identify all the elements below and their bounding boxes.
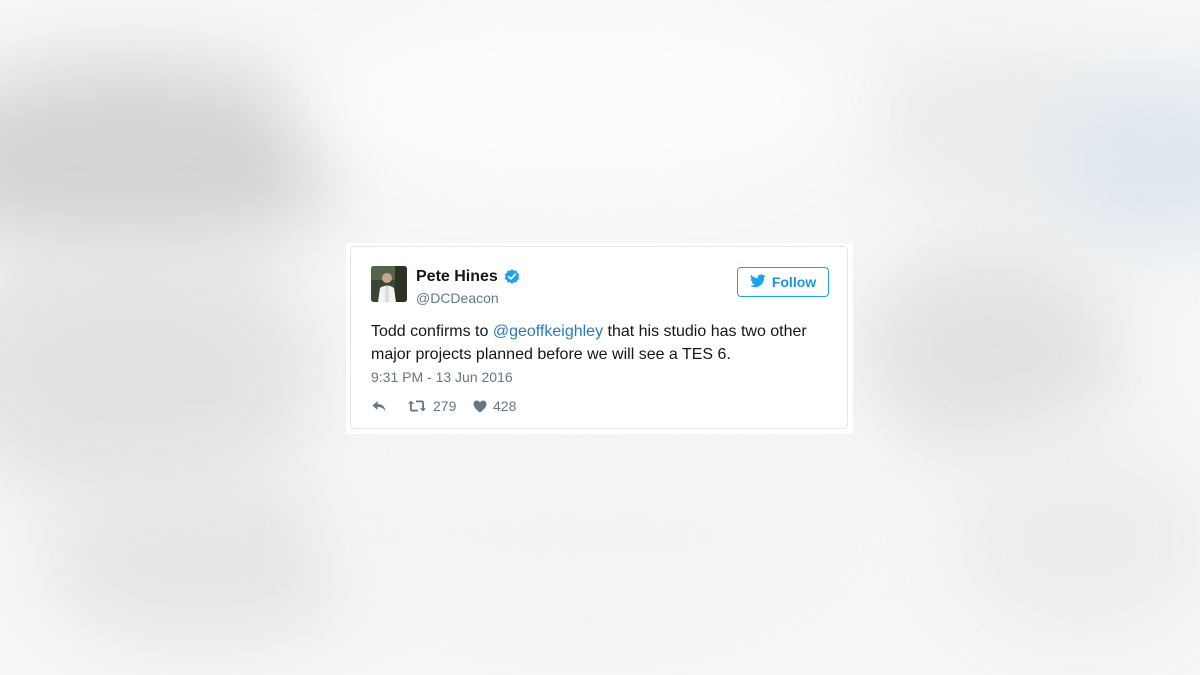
follow-button[interactable]: Follow (737, 267, 829, 297)
reply-button[interactable] (371, 399, 407, 413)
tweet-card: Pete Hines @DCDeacon Follow Todd confirm… (350, 246, 848, 429)
background-blur-shape (0, 60, 340, 260)
twitter-bird-icon (749, 273, 766, 291)
follow-button-label: Follow (771, 274, 817, 290)
background-blur-shape (860, 250, 1120, 450)
tweet-text: Todd confirms to @geoffkeighley that his… (371, 320, 831, 366)
author-name-row: Pete Hines (416, 268, 521, 286)
tweet-actions: 279 428 (371, 397, 516, 415)
background-blur-shape (940, 430, 1200, 650)
author-name[interactable]: Pete Hines (416, 268, 498, 286)
mention-link[interactable]: @geoffkeighley (493, 323, 603, 340)
author-handle[interactable]: @DCDeacon (416, 290, 499, 306)
like-button[interactable]: 428 (473, 398, 516, 414)
tweet-text-part: Todd confirms to (371, 323, 493, 340)
avatar[interactable] (371, 266, 407, 302)
like-count: 428 (493, 398, 517, 414)
background-blur-shape (320, 420, 860, 650)
background-blur-shape (40, 470, 360, 650)
retweet-icon (407, 399, 427, 413)
retweet-button[interactable]: 279 (407, 398, 473, 414)
tweet-timestamp[interactable]: 9:31 PM - 13 Jun 2016 (371, 369, 513, 385)
background-blur-shape (300, 0, 860, 200)
reply-icon (371, 399, 387, 413)
verified-badge-icon (503, 268, 521, 286)
retweet-count: 279 (433, 398, 457, 414)
heart-icon (473, 400, 487, 413)
background-blur-shape (0, 240, 320, 500)
